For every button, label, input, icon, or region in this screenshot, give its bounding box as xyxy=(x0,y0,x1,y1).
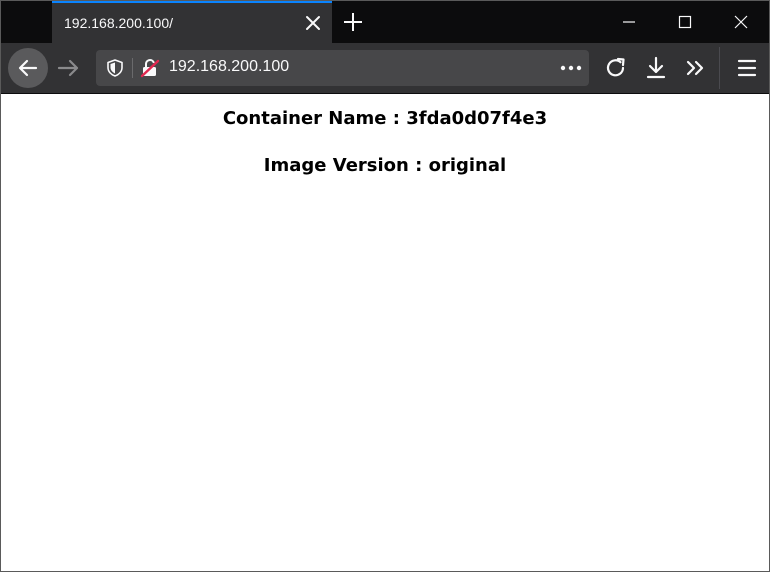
tab-title: 192.168.200.100/ xyxy=(64,15,173,31)
maximize-icon xyxy=(678,15,692,29)
download-icon[interactable] xyxy=(642,54,670,82)
plus-icon[interactable] xyxy=(342,11,364,33)
back-button[interactable] xyxy=(8,48,48,88)
container-name-heading: Container Name : 3fda0d07f4e3 xyxy=(222,108,548,129)
broken-lock-icon[interactable] xyxy=(140,58,160,78)
window-close-button[interactable] xyxy=(713,1,769,43)
minimize-button[interactable] xyxy=(601,1,657,43)
page-content: Container Name : 3fda0d07f4e3 Image Vers… xyxy=(1,94,769,571)
nav-toolbar: 192.168.200.100 xyxy=(1,43,769,94)
arrow-right-icon[interactable] xyxy=(55,54,83,82)
url-bar[interactable]: 192.168.200.100 xyxy=(96,50,589,86)
maximize-button[interactable] xyxy=(657,1,713,43)
image-version-heading: Image Version : original xyxy=(263,155,507,176)
reload-icon[interactable] xyxy=(602,54,630,82)
minimize-icon xyxy=(623,21,635,23)
close-icon[interactable] xyxy=(304,14,322,32)
window-close-icon xyxy=(734,15,748,29)
more-horizontal-icon[interactable] xyxy=(559,58,583,78)
tab-strip: 192.168.200.100/ xyxy=(1,1,769,43)
url-bar-divider xyxy=(132,58,133,78)
arrow-left-icon xyxy=(18,59,38,77)
chevron-double-right-icon[interactable] xyxy=(682,54,710,82)
hamburger-menu-icon[interactable] xyxy=(733,54,761,82)
tab-active[interactable]: 192.168.200.100/ xyxy=(52,1,332,43)
toolbar-divider xyxy=(719,47,720,89)
url-text[interactable]: 192.168.200.100 xyxy=(169,58,289,76)
shield-icon[interactable] xyxy=(105,58,125,78)
browser-window: 192.168.200.100/ 192.168.200.100 Contain… xyxy=(0,0,770,572)
